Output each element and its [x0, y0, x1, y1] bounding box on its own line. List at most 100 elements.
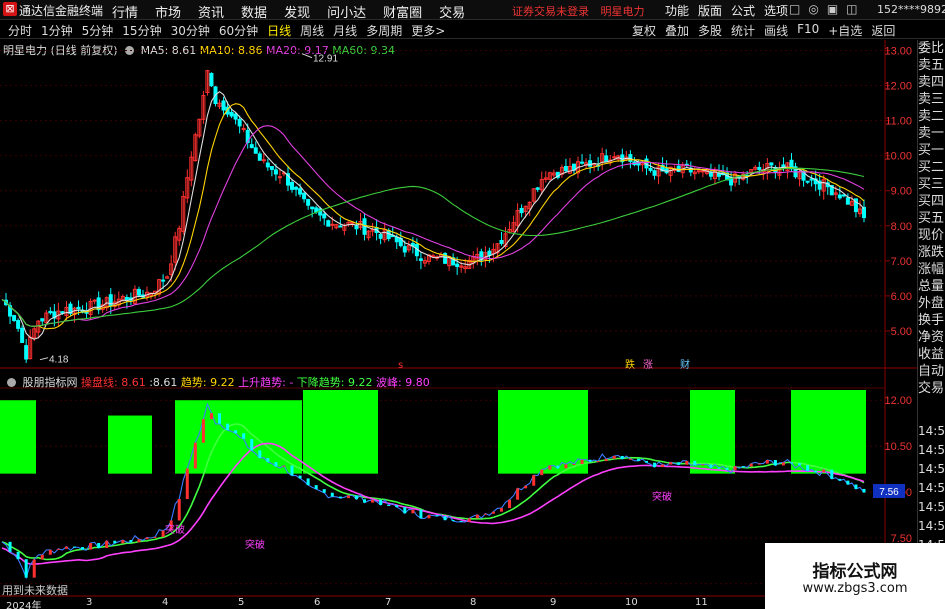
candle-body	[330, 223, 335, 226]
price-tick-label: 5.00	[891, 326, 912, 338]
time-axis-label: 5	[238, 597, 245, 608]
signal-block	[791, 390, 866, 474]
indicator-candle	[435, 515, 439, 517]
indicator-candle	[73, 546, 77, 548]
indicator-candle	[483, 513, 487, 515]
candle-body	[418, 258, 423, 261]
indicator-candle	[773, 460, 777, 466]
quote-label: 买二	[918, 160, 945, 175]
indicator-candle	[97, 543, 101, 548]
indicator-candle	[628, 458, 632, 460]
indicator-candle	[121, 540, 125, 544]
indicator-candle	[661, 464, 665, 468]
candle-body	[12, 315, 17, 321]
indicator-candle	[226, 423, 230, 431]
candle-body	[161, 279, 166, 282]
quote-label: 现价	[918, 228, 945, 243]
candle-body	[314, 207, 319, 213]
indicator-candle	[234, 430, 238, 434]
time-axis-label: 4	[162, 597, 169, 608]
candle-body	[294, 186, 299, 190]
quote-label: 卖四	[918, 75, 945, 90]
candle-body	[273, 169, 278, 175]
indicator-candle	[145, 537, 149, 540]
indicator-candle	[129, 540, 133, 543]
candle-body	[402, 246, 407, 253]
candle-body	[136, 288, 141, 296]
indicator-candle	[524, 485, 528, 489]
indicator-candle	[862, 488, 866, 493]
candle-body	[76, 306, 81, 310]
indicator-candle	[677, 462, 681, 465]
indicator-candle	[379, 499, 383, 506]
price-tick-label: 6.00	[891, 291, 912, 303]
indicator-candle	[443, 516, 447, 521]
candle-body	[769, 162, 774, 166]
indicator-candle	[475, 514, 479, 519]
quote-labels: 委比 卖五 卖四 卖三 卖二 卖一 买一 买二 买三 买四 买五 现价 涨跌 涨幅 总量 外盘 换手 净资 收益 自动…	[918, 40, 945, 397]
indicator-candle	[580, 459, 584, 465]
indicator-candle	[371, 499, 375, 503]
indicator-candle	[338, 496, 342, 499]
indicator-candle	[806, 465, 810, 471]
indicator-candle	[218, 413, 222, 424]
indicator-candle	[354, 495, 358, 500]
indicator-candle	[709, 464, 713, 468]
indicator-candle	[330, 492, 334, 497]
indicator-candle	[451, 520, 455, 522]
indicator-candle	[32, 559, 36, 578]
price-tick-label: 10.00	[884, 151, 912, 163]
quote-label: 涨跌	[918, 245, 945, 260]
indicator-candle	[8, 541, 12, 552]
signal-block	[690, 390, 735, 474]
candle-body	[354, 225, 359, 230]
indicator-candle	[757, 463, 761, 465]
future-data-warning: 用到未来数据	[2, 584, 68, 597]
trade-time: 14:56	[918, 424, 945, 438]
indicator-candle	[209, 413, 213, 420]
indicator-candle	[789, 462, 793, 464]
indicator-candle	[685, 460, 689, 465]
signal-block	[498, 390, 588, 474]
time-axis-label: 11	[695, 597, 708, 608]
candle-body	[257, 153, 262, 161]
indicator-candle	[16, 551, 20, 560]
candle-body	[612, 156, 617, 159]
indicator-tick-label: 10.50	[884, 441, 912, 453]
quote-label: 卖五	[918, 58, 945, 73]
candle-body	[487, 250, 492, 256]
candle-body	[519, 207, 524, 214]
time-axis-label: 9	[550, 597, 557, 608]
indicator-candle	[499, 508, 503, 512]
indicator-candle	[717, 467, 721, 469]
indicator-candle	[749, 463, 753, 467]
quote-label: 交易	[918, 381, 945, 396]
price-tick-label: 7.00	[891, 256, 912, 268]
time-axis-label: 7	[385, 597, 392, 608]
indicator-candle	[282, 465, 286, 467]
quote-label: 卖一	[918, 126, 945, 141]
indicator-candle	[346, 495, 350, 499]
trade-time: 14:56	[918, 481, 945, 495]
candle-body	[318, 208, 323, 216]
quote-label: 收益	[918, 347, 945, 362]
quote-label: 自动	[918, 364, 945, 379]
candle-body	[233, 113, 238, 120]
indicator-candle	[701, 464, 705, 466]
candle-body	[338, 225, 343, 228]
indicator-candle	[242, 433, 246, 439]
indicator-candle	[556, 465, 560, 469]
indicator-candle	[693, 460, 697, 466]
indicator-candle	[266, 458, 270, 463]
candle-body	[809, 178, 814, 181]
chart-canvas[interactable]: 13.00 12.00 11.00 10.00 9.00 8.00 7.00 6.00 5.00…	[0, 0, 945, 609]
indicator-candle	[298, 475, 302, 479]
indicator-candle	[274, 462, 278, 467]
trade-time: 14:56	[918, 500, 945, 514]
time-axis: 2024年3456789101112	[0, 597, 885, 609]
time-axis-label: 2024年	[6, 601, 42, 609]
candle-body	[455, 263, 460, 268]
quote-label: 外盘	[918, 296, 945, 311]
high-label: 12.91	[313, 54, 338, 65]
indicator-candle	[403, 507, 407, 514]
